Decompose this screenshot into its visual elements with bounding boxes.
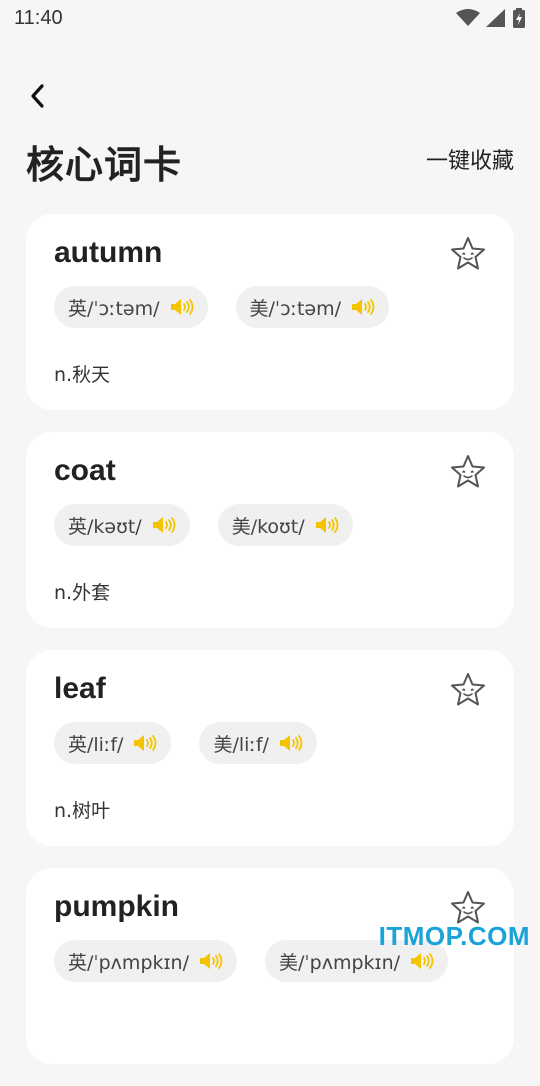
status-bar: 11:40 xyxy=(0,0,540,36)
us-pronunciation-button[interactable]: 美/koʊt/ xyxy=(217,504,353,546)
collect-all-button[interactable]: 一键收藏 xyxy=(426,143,514,175)
uk-pronunciation-button[interactable]: 英/ˈpʌmpkɪn/ xyxy=(54,940,238,982)
word-definition: n.外套 xyxy=(54,582,111,604)
uk-phonetic: 英/kəʊt/ xyxy=(68,515,142,538)
phonetics: 英/liːf/ 美/liːf/ xyxy=(54,722,317,764)
uk-pronunciation-button[interactable]: 英/liːf/ xyxy=(54,722,172,764)
word-text: coat xyxy=(54,454,116,487)
page-title: 核心词卡 xyxy=(26,143,183,187)
signal-icon xyxy=(486,9,505,27)
word-card: coat 英/kəʊt/ 美/koʊt/ n.外套 xyxy=(26,432,514,628)
word-text: pumpkin xyxy=(54,890,179,923)
word-card: pumpkin 英/ˈpʌmpkɪn/ 美/ˈpʌmpkɪn/ xyxy=(26,868,514,1064)
star-icon[interactable] xyxy=(448,234,488,274)
uk-phonetic: 英/liːf/ xyxy=(68,733,124,756)
word-text: leaf xyxy=(54,672,106,705)
us-phonetic: 美/liːf/ xyxy=(213,733,269,756)
speaker-icon xyxy=(170,299,193,315)
word-card: leaf 英/liːf/ 美/liːf/ n.树叶 xyxy=(26,650,514,846)
us-pronunciation-button[interactable]: 美/liːf/ xyxy=(199,722,317,764)
speaker-icon xyxy=(352,299,375,315)
uk-pronunciation-button[interactable]: 英/ˈɔːtəm/ xyxy=(54,286,208,328)
uk-pronunciation-button[interactable]: 英/kəʊt/ xyxy=(54,504,190,546)
uk-phonetic: 英/ˈɔːtəm/ xyxy=(68,297,160,320)
back-arrow-icon xyxy=(31,84,44,108)
uk-phonetic: 英/ˈpʌmpkɪn/ xyxy=(68,951,190,974)
phonetics: 英/kəʊt/ 美/koʊt/ xyxy=(54,504,353,546)
status-time: 11:40 xyxy=(14,6,63,29)
speaker-icon xyxy=(152,517,176,533)
battery-icon xyxy=(513,8,525,28)
speaker-icon xyxy=(279,735,303,751)
star-icon[interactable] xyxy=(448,670,488,710)
phonetics: 英/ˈɔːtəm/ 美/ˈɔːtəm/ xyxy=(54,286,390,328)
system-icons xyxy=(456,8,526,28)
watermark-logo: ITMOP.COM xyxy=(378,921,530,951)
speaker-icon xyxy=(315,517,339,533)
word-card-list: autumn 英/ˈɔːtəm/ 美/ˈɔːtəm/ n.秋天 coat 英/k… xyxy=(26,214,514,1086)
word-definition: n.树叶 xyxy=(54,800,111,822)
speaker-icon xyxy=(134,735,157,751)
wifi-icon xyxy=(456,9,480,26)
back-button[interactable] xyxy=(28,78,68,114)
speaker-icon xyxy=(200,953,223,969)
word-text: autumn xyxy=(54,236,163,269)
us-phonetic: 美/ˈɔːtəm/ xyxy=(249,297,342,320)
word-definition: n.秋天 xyxy=(54,364,111,386)
star-icon[interactable] xyxy=(448,452,488,492)
speaker-icon xyxy=(411,953,434,969)
word-card: autumn 英/ˈɔːtəm/ 美/ˈɔːtəm/ n.秋天 xyxy=(26,214,514,410)
us-phonetic: 美/koʊt/ xyxy=(231,515,305,538)
us-pronunciation-button[interactable]: 美/ˈɔːtəm/ xyxy=(235,286,390,328)
